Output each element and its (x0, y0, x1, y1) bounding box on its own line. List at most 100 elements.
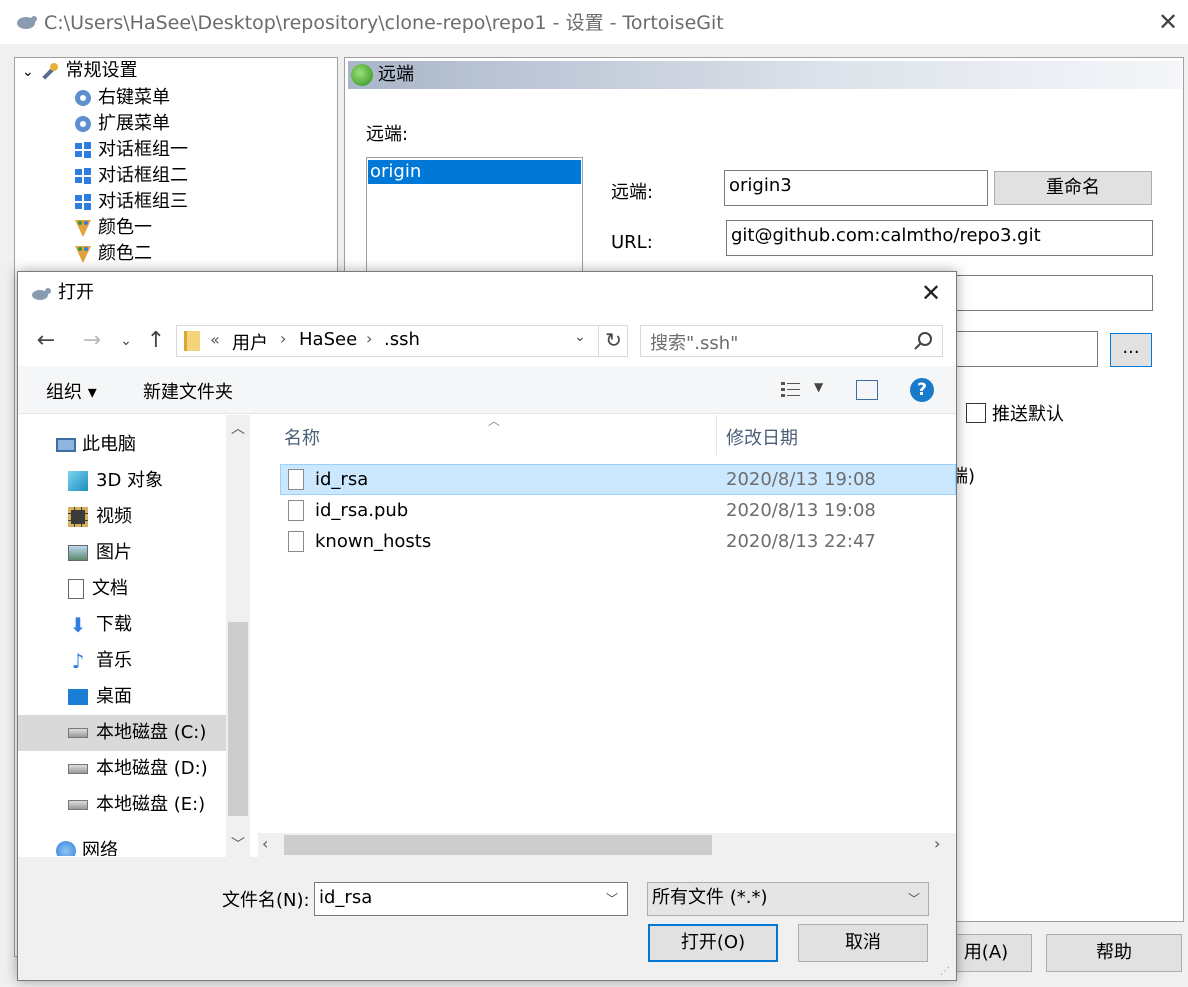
search-placeholder: 搜索".ssh" (650, 333, 739, 354)
nav-item-documents[interactable]: 文档 (68, 572, 128, 606)
picture-icon (68, 545, 88, 561)
column-header-name[interactable]: 名称 (284, 424, 320, 450)
nav-item-label: 网络 (82, 840, 118, 856)
tree-item-label: 对话框组二 (98, 165, 188, 186)
remote-name-label: 远端: (611, 182, 654, 203)
nav-item-this-pc[interactable]: 此电脑 (56, 428, 136, 462)
column-header-date[interactable]: 修改日期 (726, 424, 798, 450)
remote-list-item[interactable]: origin (368, 160, 581, 184)
browse-key-button[interactable]: ... (1110, 333, 1152, 367)
file-list-hscrollbar-thumb[interactable] (284, 835, 712, 855)
column-divider[interactable] (716, 415, 717, 455)
tree-item-label: 对话框组三 (98, 191, 188, 212)
nav-item-label: 本地磁盘 (E:) (96, 794, 206, 815)
tortoise-icon (32, 288, 51, 300)
tree-item-general[interactable]: ⌄ 常规设置 (22, 58, 137, 84)
nav-item-network[interactable]: 网络 (56, 834, 118, 856)
file-type-select[interactable]: 所有文件 (*.*) (647, 882, 929, 916)
nav-item-music[interactable]: ♪ 音乐 (68, 644, 132, 678)
wrench-icon (42, 63, 59, 80)
tortoise-icon (17, 16, 37, 29)
document-icon (68, 579, 84, 599)
file-icon (288, 469, 304, 490)
organize-button[interactable]: 组织 ▾ (46, 378, 97, 404)
file-date: 2020/8/13 22:47 (726, 531, 876, 552)
breadcrumb-overflow[interactable]: « (210, 330, 220, 349)
refresh-icon[interactable]: ↻ (598, 325, 628, 357)
breadcrumb-hasee[interactable]: HaSee (299, 329, 357, 350)
recent-locations-chevron-icon[interactable]: ⌄ (112, 327, 140, 355)
chevron-down-icon[interactable]: ﹀ (228, 834, 248, 854)
nav-item-downloads[interactable]: ⬇ 下载 (68, 608, 132, 642)
download-icon: ⬇ (69, 613, 87, 637)
breadcrumb-users[interactable]: 用户 (232, 329, 268, 355)
up-arrow-icon[interactable]: ↑ (142, 327, 170, 355)
url-input[interactable]: git@github.com:calmtho/repo3.git (726, 220, 1153, 256)
tree-item-extended-menu[interactable]: 扩展菜单 (72, 111, 170, 137)
chevron-right-icon[interactable]: › (934, 834, 940, 853)
help-icon[interactable]: ? (910, 378, 934, 402)
new-folder-button[interactable]: 新建文件夹 (143, 378, 233, 404)
chevron-down-icon[interactable]: ﹀ (908, 890, 920, 907)
file-name: id_rsa.pub (315, 500, 409, 521)
tree-item-label: 右键菜单 (98, 87, 170, 108)
page-title: 远端 (378, 64, 414, 85)
nav-item-3d-objects[interactable]: 3D 对象 (68, 464, 163, 498)
settings-close-icon[interactable]: ✕ (1152, 6, 1184, 38)
back-arrow-icon[interactable]: ← (32, 327, 60, 355)
nav-item-drive-d[interactable]: 本地磁盘 (D:) (68, 752, 208, 786)
tree-item-context-menu[interactable]: 右键菜单 (72, 85, 170, 111)
filename-input[interactable]: id_rsa (314, 882, 628, 916)
filename-label: 文件名(N): (222, 890, 310, 911)
nav-item-pictures[interactable]: 图片 (68, 536, 132, 570)
drive-icon (68, 764, 88, 774)
nav-item-videos[interactable]: 视频 (68, 500, 132, 534)
chevron-down-icon[interactable]: ﹀ (606, 890, 618, 907)
open-button[interactable]: 打开(O) (648, 924, 778, 962)
tree-item-colors-2[interactable]: 颜色二 (72, 241, 152, 267)
remote-name-input[interactable]: origin3 (724, 170, 988, 206)
chevron-left-icon[interactable]: ‹ (262, 834, 268, 853)
gear-icon (75, 90, 91, 106)
preview-pane-icon[interactable] (856, 380, 878, 400)
push-default-checkbox[interactable] (966, 403, 986, 423)
nav-item-label: 本地磁盘 (D:) (96, 758, 208, 779)
nav-item-label: 图片 (96, 542, 132, 563)
nav-item-drive-c[interactable]: 本地磁盘 (C:) (68, 716, 206, 750)
breadcrumb-ssh[interactable]: .ssh (384, 329, 420, 350)
tree-item-label: 颜色一 (98, 217, 152, 238)
file-date: 2020/8/13 19:08 (726, 500, 876, 521)
nav-item-label: 3D 对象 (96, 470, 164, 491)
navigation-scrollbar-thumb[interactable] (228, 622, 248, 816)
chevron-down-icon[interactable]: ▼ (814, 380, 823, 394)
push-default-label: 推送默认 (992, 404, 1064, 425)
nav-item-drive-e[interactable]: 本地磁盘 (E:) (68, 788, 205, 822)
file-icon (288, 531, 304, 552)
rename-button[interactable]: 重命名 (994, 171, 1152, 205)
chevron-down-icon[interactable]: ⌄ (574, 329, 586, 345)
nav-item-label: 本地磁盘 (C:) (96, 722, 207, 743)
search-icon[interactable] (912, 330, 934, 352)
forward-arrow-icon[interactable]: → (78, 327, 106, 355)
tree-item-dialogs-3[interactable]: 对话框组三 (72, 189, 188, 215)
nav-item-label: 此电脑 (82, 434, 136, 455)
file-icon (288, 500, 304, 521)
tree-item-colors-1[interactable]: 颜色一 (72, 215, 152, 241)
chevron-right-icon[interactable]: › (280, 329, 286, 348)
nav-item-desktop[interactable]: 桌面 (68, 680, 132, 714)
tree-item-dialogs-2[interactable]: 对话框组二 (72, 163, 188, 189)
cancel-button[interactable]: 取消 (798, 924, 928, 962)
chevron-right-icon[interactable]: › (366, 329, 372, 348)
chevron-down-icon[interactable]: ⌄ (22, 64, 34, 80)
tree-item-label: 颜色二 (98, 243, 152, 264)
drive-icon (68, 800, 88, 810)
tree-item-label: 扩展菜单 (98, 113, 170, 134)
file-name: id_rsa (315, 469, 369, 490)
cube-icon (68, 471, 88, 491)
resize-grip-icon[interactable]: ⋰ (940, 966, 950, 977)
help-button[interactable]: 帮助 (1046, 934, 1182, 972)
chevron-up-icon[interactable]: ︿ (228, 418, 248, 438)
dialog-close-icon[interactable]: ✕ (914, 278, 948, 308)
tree-item-dialogs-1[interactable]: 对话框组一 (72, 137, 188, 163)
view-options-icon[interactable] (780, 380, 802, 400)
